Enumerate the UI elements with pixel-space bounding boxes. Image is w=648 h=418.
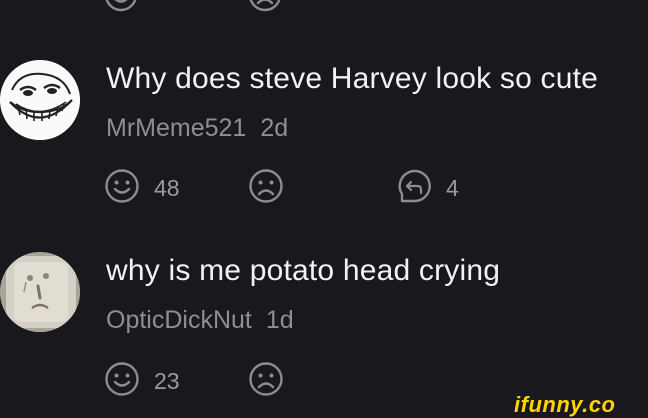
timestamp: 1d	[265, 306, 294, 334]
smile-icon[interactable]	[104, 361, 140, 397]
comment-text: why is me potato head crying	[106, 254, 501, 287]
reply-icon[interactable]	[396, 168, 434, 206]
smile-count: 48	[154, 175, 180, 201]
reply-count: 4	[446, 175, 459, 201]
username-link[interactable]: MrMeme521	[106, 114, 246, 142]
comment-text: Why does steve Harvey look so cute	[106, 62, 599, 95]
smile-count: 23	[154, 368, 180, 394]
frown-icon[interactable]	[248, 168, 284, 204]
frown-icon[interactable]	[248, 361, 284, 397]
username-link[interactable]: OpticDickNut	[106, 306, 252, 334]
smile-icon-partial[interactable]	[104, 0, 138, 12]
frown-icon-partial[interactable]	[248, 0, 282, 12]
trollface-avatar[interactable]	[0, 60, 80, 140]
potato-head-avatar[interactable]	[0, 252, 80, 332]
smile-icon[interactable]	[104, 168, 140, 204]
comment-meta: OpticDickNut 1d	[106, 306, 294, 335]
timestamp: 2d	[260, 114, 289, 142]
ifunny-watermark: ifunny.co	[514, 392, 616, 417]
comment-meta: MrMeme521 2d	[106, 114, 288, 143]
